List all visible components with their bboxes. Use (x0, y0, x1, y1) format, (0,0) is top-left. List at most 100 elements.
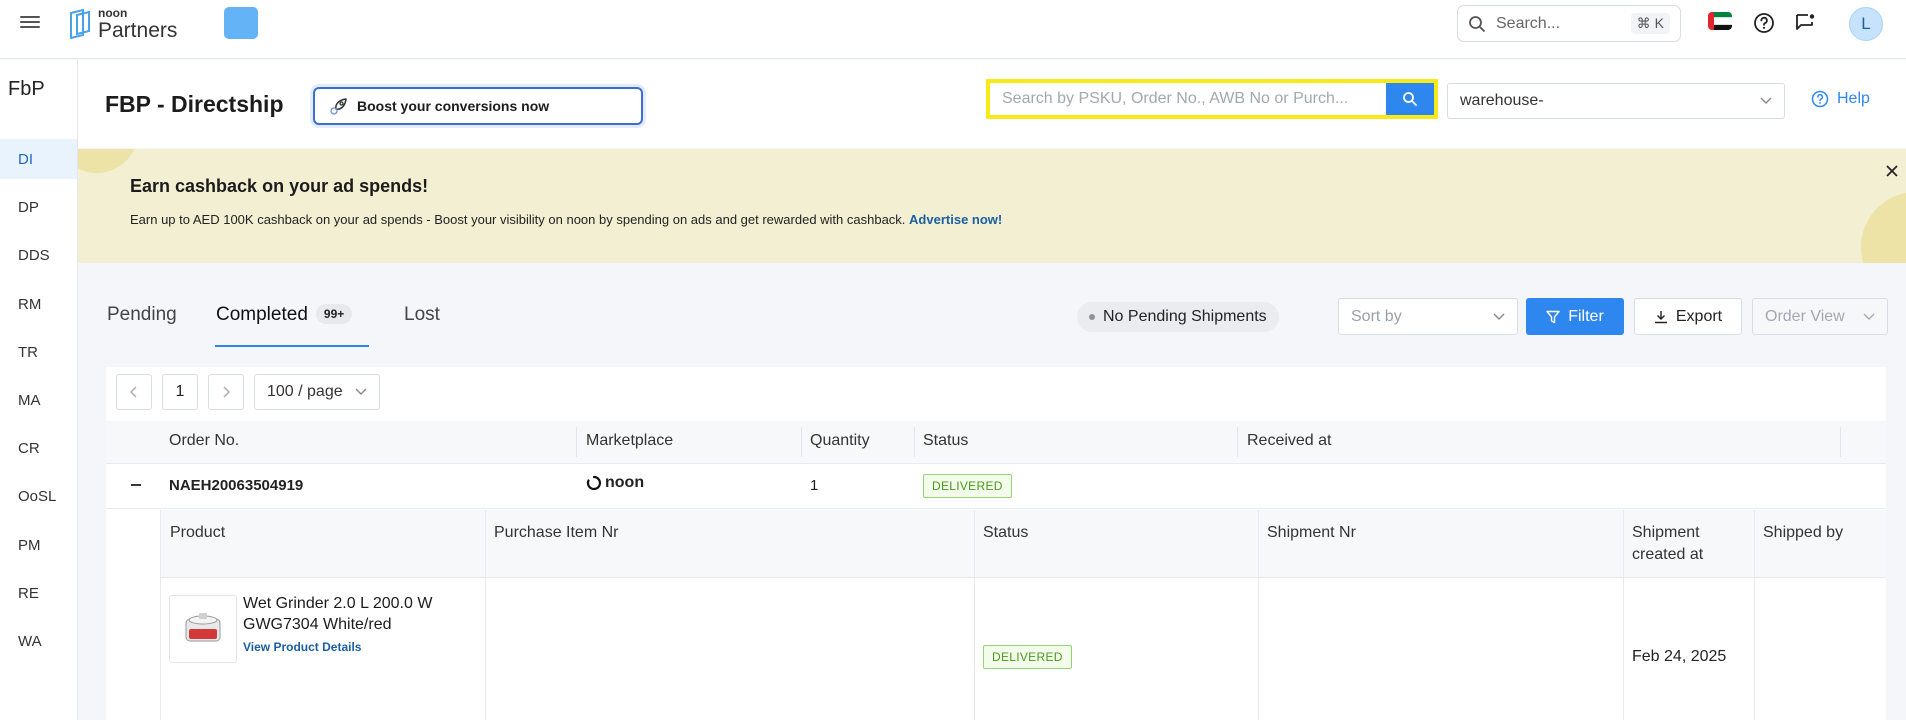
sidebar-item-oosl[interactable]: OoSL (0, 476, 77, 516)
status-badge: DELIVERED (923, 474, 1012, 498)
active-tab-indicator (215, 345, 369, 347)
feedback-icon[interactable] (1794, 12, 1816, 34)
table-row[interactable]: NAEH20063504919 noon 1 DELIVERED (106, 464, 1886, 509)
page-size-value: 100 / page (267, 383, 343, 400)
chevron-left-icon (130, 386, 137, 398)
column-divider (974, 510, 975, 720)
noon-partners-logo[interactable]: noon Partners (68, 7, 177, 41)
column-header-status[interactable]: Status (923, 432, 968, 450)
column-header-product: Product (170, 524, 226, 541)
header-line: created at (1632, 546, 1704, 563)
help-label: Help (1837, 90, 1870, 107)
order-view-select[interactable]: Order View (1752, 298, 1888, 335)
uae-flag-icon[interactable] (1708, 12, 1732, 30)
export-label: Export (1675, 307, 1723, 325)
collapse-row-icon[interactable] (128, 477, 144, 493)
user-avatar[interactable]: L (1849, 7, 1883, 41)
sidebar: FbP DI DP DDS RM TR MA CR OoSL PM RE WA (0, 60, 78, 720)
shipment-created-at: Feb 24, 2025 (1632, 648, 1727, 665)
column-header-marketplace[interactable]: Marketplace (586, 432, 673, 450)
order-status-cell: DELIVERED (923, 474, 1012, 498)
partners-logo-icon (70, 9, 90, 39)
page-size-select[interactable]: 100 / page (254, 374, 380, 410)
pending-status-pill: No Pending Shipments (1077, 302, 1279, 332)
marketplace-name: noon (605, 474, 645, 491)
search-icon (1403, 92, 1417, 106)
page-title: FBP - Directship (105, 91, 284, 117)
column-divider (1840, 427, 1841, 457)
column-divider (485, 510, 486, 720)
advertise-now-link[interactable]: Advertise now! (909, 212, 1002, 227)
banner-text: Earn up to AED 100K cashback on your ad … (130, 212, 1002, 227)
shipment-subtable: Product Purchase Item Nr Status Shipment… (160, 510, 1886, 720)
close-icon[interactable] (1882, 161, 1902, 181)
sidebar-item-tr[interactable]: TR (0, 332, 77, 372)
sidebar-item-di[interactable]: DI (0, 139, 77, 179)
column-divider (914, 427, 915, 457)
boost-conversions-label: Boost your conversions now (357, 98, 550, 114)
order-search-button[interactable] (1386, 83, 1434, 115)
hamburger-menu-icon[interactable] (20, 13, 40, 33)
column-divider (1258, 510, 1259, 720)
chevron-down-icon (1493, 313, 1505, 320)
column-header-shipped-by: Shipped by (1763, 524, 1844, 541)
tab-completed-label: Completed (216, 304, 308, 325)
export-button[interactable]: Export (1634, 298, 1742, 335)
chevron-right-icon (223, 386, 230, 398)
orders-table: 1 100 / page Order No. Marketplace Quant… (106, 367, 1886, 720)
next-page-button[interactable] (208, 374, 244, 410)
column-header-quantity[interactable]: Quantity (810, 432, 870, 450)
order-number[interactable]: NAEH20063504919 (169, 477, 303, 494)
column-header-shipment-created-at: Shipment created at (1632, 522, 1703, 566)
filter-button[interactable]: Filter (1526, 298, 1624, 335)
header-line: Shipment (1632, 524, 1700, 541)
column-divider (801, 427, 802, 457)
banner-description: Earn up to AED 100K cashback on your ad … (130, 212, 906, 227)
chevron-down-icon (1863, 313, 1875, 320)
order-search-input[interactable]: Search by PSKU, Order No., AWB No or Pur… (990, 83, 1386, 115)
product-image[interactable] (169, 595, 237, 663)
column-header-purchase-item-nr: Purchase Item Nr (494, 524, 619, 541)
order-search-field[interactable]: Search by PSKU, Order No., AWB No or Pur… (986, 79, 1438, 119)
sidebar-item-re[interactable]: RE (0, 573, 77, 613)
sidebar-item-cr[interactable]: CR (0, 428, 77, 468)
sidebar-item-rm[interactable]: RM (0, 284, 77, 324)
tab-pending[interactable]: Pending (107, 304, 177, 326)
help-circle-icon[interactable] (1753, 12, 1775, 34)
column-header-shipment-nr: Shipment Nr (1267, 524, 1356, 541)
sidebar-item-dp[interactable]: DP (0, 187, 77, 227)
banner-title: Earn cashback on your ad spends! (130, 176, 429, 196)
column-divider (1237, 427, 1238, 457)
warehouse-select-value: warehouse- (1460, 92, 1544, 109)
tab-completed[interactable]: Completed 99+ (216, 304, 353, 326)
sidebar-item-pm[interactable]: PM (0, 525, 77, 565)
help-link[interactable]: Help (1811, 90, 1870, 108)
column-header-received-at[interactable]: Received at (1247, 432, 1332, 450)
sidebar-item-wa[interactable]: WA (0, 621, 77, 661)
tabs-toolbar: Pending Completed 99+ Lost No Pending Shi… (78, 264, 1906, 348)
download-icon (1654, 310, 1667, 323)
chevron-down-icon (355, 388, 367, 395)
global-search-input[interactable]: Search... ⌘ K (1457, 5, 1681, 42)
order-view-placeholder: Order View (1765, 307, 1845, 325)
subtable-header: Product Purchase Item Nr Status Shipment… (161, 510, 1886, 578)
view-product-details-link[interactable]: View Product Details (243, 640, 361, 654)
noon-logo-icon (586, 475, 602, 491)
status-badge: DELIVERED (983, 645, 1072, 669)
tab-lost[interactable]: Lost (404, 304, 440, 326)
page-number-input[interactable]: 1 (162, 374, 198, 410)
warehouse-select[interactable]: warehouse- (1447, 83, 1785, 119)
previous-page-button[interactable] (116, 374, 152, 410)
boost-conversions-button[interactable]: Boost your conversions now (313, 87, 643, 125)
product-name: Wet Grinder 2.0 L 200.0 W GWG7304 White/… (243, 593, 432, 635)
pending-status-text: No Pending Shipments (1103, 308, 1267, 325)
help-circle-icon (1811, 90, 1829, 108)
app-switch-button[interactable] (224, 7, 258, 39)
product-name-line: GWG7304 White/red (243, 616, 392, 633)
column-header-order-no[interactable]: Order No. (169, 432, 239, 450)
sidebar-item-ma[interactable]: MA (0, 380, 77, 420)
sort-by-select[interactable]: Sort by (1338, 298, 1518, 335)
pagination: 1 100 / page (116, 374, 380, 410)
search-shortcut-hint: ⌘ K (1630, 13, 1670, 34)
sidebar-item-dds[interactable]: DDS (0, 235, 77, 275)
